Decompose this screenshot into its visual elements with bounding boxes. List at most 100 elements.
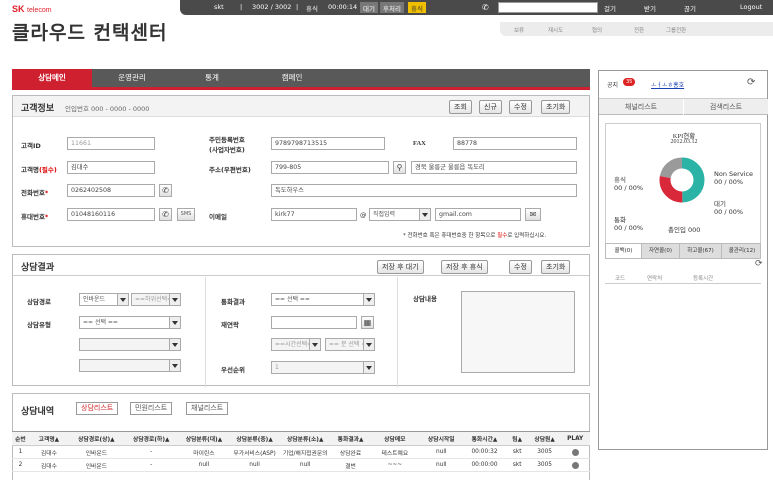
type-select[interactable]: == 선택 == [79, 316, 181, 329]
col-route-main[interactable]: 상담경로(상)▲ [68, 431, 124, 446]
channel-list-button[interactable]: 채널리스트 [599, 99, 683, 115]
col-class-mid[interactable]: 상담분류(중)▲ [229, 431, 280, 446]
zipcode-search-icon[interactable]: ⚲ [393, 161, 406, 174]
play-icon[interactable] [571, 461, 579, 469]
search-list-button[interactable]: 검색리스트 [684, 99, 768, 115]
save-and-wait-button[interactable]: 저장 후 대기 [377, 260, 424, 274]
tab-callback[interactable]: 콜백(0) [606, 244, 642, 258]
list-refresh-icon[interactable]: ⟳ [755, 259, 763, 269]
rrn-field[interactable]: 9789798713515 [271, 137, 385, 150]
call-result-select[interactable]: == 선택 == [271, 293, 375, 306]
route-sub-select[interactable]: ==하위선택== [131, 293, 181, 306]
priority-select[interactable]: 1 [271, 361, 375, 374]
table-row[interactable]: 2 김대수 인바운드 - null null null 결번 ~~~ null … [12, 458, 590, 472]
type-label: 상담유형 [27, 321, 51, 329]
status-timer: 00:00:14 [328, 3, 358, 11]
play-icon[interactable] [571, 448, 579, 456]
transfer-button[interactable]: 전환 [634, 26, 644, 34]
dial-button[interactable]: 걸기 [604, 3, 616, 13]
col-start[interactable]: 상담시작일 [419, 431, 464, 446]
col-name[interactable]: 고객명▲ [28, 431, 69, 446]
customer-id-label: 고객ID [21, 142, 41, 150]
result-edit-button[interactable]: 수정 [509, 260, 532, 274]
logout-button[interactable]: Logout [740, 3, 762, 11]
edit-button[interactable]: 수정 [509, 100, 532, 114]
notice-link[interactable]: ㅗㅓㅗㅎ홍호 [651, 80, 684, 89]
calendar-icon[interactable]: ▦ [361, 316, 374, 329]
right-sidebar: 공지 35 ㅗㅓㅗㅎ홍호 ⟳ 채널리스트 검색리스트 KPI현황 2012.03… [598, 70, 768, 450]
agent-id: skt [214, 3, 224, 11]
content-textarea[interactable] [461, 291, 575, 373]
col-call-result[interactable]: 통화결과▲ [330, 431, 371, 446]
recall-hour-select[interactable]: ==시간선택== [271, 338, 321, 351]
email-label: 이메일 [209, 213, 227, 221]
tab-consult-list[interactable]: 상담리스트 [76, 402, 119, 415]
col-duration[interactable]: 통화시간▲ [463, 431, 506, 446]
send-email-icon[interactable]: ✉ [525, 208, 541, 221]
phone-label: 전화번호* [21, 189, 49, 197]
right-tabs: 콜백(0) 자연콜(0) 하고콜(67) 콜관리(12) [605, 243, 761, 259]
address1-field[interactable]: 경북 울릉군 울릉읍 독도리 [411, 161, 577, 174]
recall-date-field[interactable] [271, 316, 357, 329]
tab-call-manage[interactable]: 콜관리(12) [722, 244, 762, 258]
hangup-button[interactable]: 끊기 [684, 3, 696, 13]
tab-channel-list[interactable]: 채널리스트 [186, 402, 229, 415]
col-team[interactable]: 팀▲ [505, 431, 529, 446]
reset-button[interactable]: 초기화 [541, 100, 571, 114]
tab-campaign[interactable]: 캠페인 [252, 69, 332, 87]
legend-wait: 대기 00 / 00% [714, 200, 744, 216]
col-memo[interactable]: 상담메모 [370, 431, 420, 446]
call-mobile-icon[interactable]: ✆ [159, 208, 172, 221]
type-sub-select[interactable] [79, 338, 181, 351]
state-ready-button[interactable]: 대기 [360, 2, 378, 13]
email-domain-field[interactable]: gmail.com [435, 208, 521, 221]
phone-field[interactable]: 0262402508 [67, 184, 155, 197]
mobile-field[interactable]: 01048160116 [67, 208, 155, 221]
result-panel: 상담결과 저장 후 대기 저장 후 휴식 수정 초기화 상담경로 인바운드 ==… [12, 254, 590, 387]
type-detail-select[interactable] [79, 359, 181, 372]
hold-button[interactable]: 보류 [514, 26, 524, 34]
save-and-rest-button[interactable]: 저장 후 휴식 [441, 260, 488, 274]
tab-operations[interactable]: 운영관리 [92, 69, 172, 87]
state-rest-button[interactable]: 휴식 [408, 2, 426, 13]
search-button[interactable]: 조회 [449, 100, 472, 114]
kpi-panel: KPI현황 2012.03.12 휴식 00 / 00% Non Service 0… [605, 123, 761, 253]
total-inbound: 총인입 000 [668, 226, 701, 234]
route-select[interactable]: 인바운드 [79, 293, 129, 306]
consult-button[interactable]: 협의 [592, 26, 602, 34]
col-agent[interactable]: 상담원▲ [528, 431, 561, 446]
email-id-field[interactable]: kirk77 [271, 208, 357, 221]
sms-button[interactable]: SMS [177, 208, 195, 221]
tab-statistics[interactable]: 통계 [172, 69, 252, 87]
col-no[interactable]: 순번 [12, 431, 29, 446]
tab-ha-call[interactable]: 하고콜(67) [680, 244, 722, 258]
answer-button[interactable]: 받기 [644, 3, 656, 13]
recall-minute-select[interactable]: == 분 선택 == [325, 338, 375, 351]
retry-button[interactable]: 재시도 [548, 26, 563, 34]
new-button[interactable]: 신규 [479, 100, 502, 114]
fax-field[interactable]: 88778 [453, 137, 577, 150]
address2-field[interactable]: 독도하우스 [271, 184, 577, 197]
mobile-label: 휴대번호* [21, 213, 49, 221]
dial-input[interactable] [498, 2, 598, 13]
customer-name-field[interactable]: 김대수 [67, 161, 155, 174]
legend-talk: 통화 00 / 00% [614, 216, 644, 232]
call-result-label: 통화결과 [221, 298, 245, 306]
result-title: 상담결과 [21, 263, 55, 273]
phone-icon: ✆ [482, 3, 489, 12]
group-transfer-button[interactable]: 그룹전환 [666, 26, 686, 34]
result-reset-button[interactable]: 초기화 [541, 260, 571, 274]
zipcode-field[interactable]: 799-805 [271, 161, 389, 174]
state-acw-button[interactable]: 후처리 [380, 2, 404, 13]
tab-consult-main[interactable]: 상담메인 [12, 69, 92, 87]
call-phone-icon[interactable]: ✆ [159, 184, 172, 197]
tab-natural-call[interactable]: 자연콜(0) [642, 244, 680, 258]
col-route-sub[interactable]: 상담경로(하)▲ [123, 431, 179, 446]
table-row[interactable]: 1 김대수 인바운드 - 마이린스 무가서비스(ASP) 기업/해지접권문의 상… [12, 445, 590, 459]
email-domain-select[interactable]: 직접입력 [369, 208, 431, 221]
col-class-large[interactable]: 상담분류(대)▲ [178, 431, 230, 446]
refresh-icon[interactable]: ⟳ [747, 77, 755, 88]
customer-id-field[interactable]: 11661 [67, 137, 155, 150]
col-class-small[interactable]: 상담분류(소)▲ [279, 431, 331, 446]
tab-complaint-list[interactable]: 민원리스트 [130, 402, 173, 415]
